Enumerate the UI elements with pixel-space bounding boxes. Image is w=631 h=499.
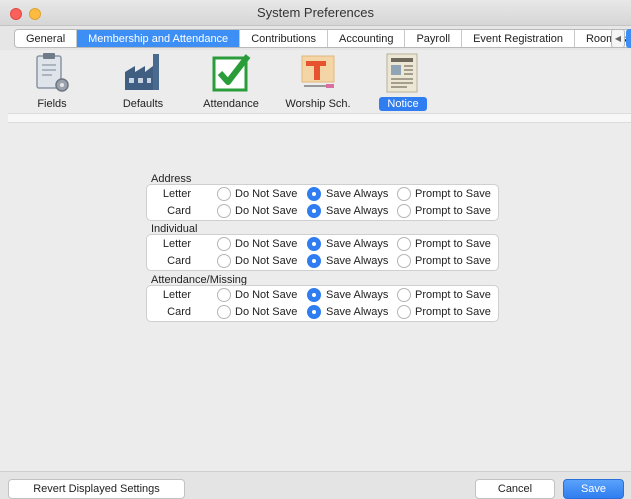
- address-card-do-not-save-radio[interactable]: [217, 204, 231, 218]
- attendance-letter-save-always-radio[interactable]: [307, 288, 321, 302]
- individual-card-save-always-radio[interactable]: [307, 254, 321, 268]
- individual-card-prompt-radio[interactable]: [397, 254, 411, 268]
- toolbar-item-defaults[interactable]: Defaults: [113, 50, 173, 112]
- toolbar-item-worship-sch[interactable]: Worship Sch.: [285, 50, 351, 112]
- row-label: Card: [167, 255, 191, 267]
- window-title: System Preferences: [256, 5, 375, 20]
- clipboard-gear-icon: [36, 53, 69, 92]
- radio-label: Prompt to Save: [415, 188, 491, 200]
- toolbar-label-worship-sch: Worship Sch.: [285, 98, 351, 110]
- newspaper-icon: [386, 53, 418, 93]
- individual-letter-prompt-radio[interactable]: [397, 237, 411, 251]
- address-letter-prompt-radio[interactable]: [397, 187, 411, 201]
- radio-label: Do Not Save: [235, 306, 298, 318]
- checkmark-box-icon: [212, 54, 251, 92]
- radio-label: Prompt to Save: [415, 289, 491, 301]
- radio-label: Save Always: [326, 289, 389, 301]
- toolbar-label-notice: Notice: [375, 97, 431, 111]
- address-card-save-always-radio[interactable]: [307, 204, 321, 218]
- attendance-letter-do-not-save-radio[interactable]: [217, 288, 231, 302]
- row-label: Letter: [162, 289, 191, 301]
- radio-label: Save Always: [326, 238, 389, 250]
- tab-membership-and-attendance[interactable]: Membership and Attendance: [77, 30, 241, 47]
- radio-label: Do Not Save: [235, 205, 298, 217]
- toolbar: Fields Defaults Attendance Worship Sch.: [0, 50, 631, 112]
- address-letter-save-always-radio[interactable]: [307, 187, 321, 201]
- radio-label: Save Always: [326, 188, 389, 200]
- toolbar-label-fields: Fields: [37, 98, 67, 110]
- address-letter-row: Letter Do Not Save Save Always Prompt to…: [147, 186, 498, 204]
- toolbar-item-attendance[interactable]: Attendance: [201, 50, 261, 112]
- tab-strip: General Membership and Attendance Contri…: [14, 29, 631, 48]
- address-letter-do-not-save-radio[interactable]: [217, 187, 231, 201]
- address-card-prompt-radio[interactable]: [397, 204, 411, 218]
- presentation-board-icon: [301, 55, 335, 88]
- radio-label: Prompt to Save: [415, 255, 491, 267]
- attendance-letter-row: Letter Do Not Save Save Always Prompt to…: [147, 287, 498, 305]
- individual-letter-save-always-radio[interactable]: [307, 237, 321, 251]
- radio-label: Prompt to Save: [415, 306, 491, 318]
- tab-general[interactable]: General: [15, 30, 78, 47]
- tab-contributions[interactable]: Contributions: [240, 30, 329, 47]
- radio-label: Do Not Save: [235, 238, 298, 250]
- attendance-card-row: Card Do Not Save Save Always Prompt to S…: [147, 304, 498, 322]
- attendance-card-save-always-radio[interactable]: [307, 305, 321, 319]
- group-box-individual: Letter Do Not Save Save Always Prompt to…: [146, 234, 499, 271]
- factory-icon: [125, 54, 159, 90]
- tab-scroll-right-icon[interactable]: [626, 29, 631, 48]
- save-button[interactable]: Save: [563, 479, 624, 499]
- radio-label: Do Not Save: [235, 188, 298, 200]
- title-bar: System Preferences: [0, 0, 631, 26]
- radio-label: Do Not Save: [235, 289, 298, 301]
- cancel-button[interactable]: Cancel: [475, 479, 555, 499]
- row-label: Card: [167, 306, 191, 318]
- row-label: Letter: [162, 238, 191, 250]
- tab-accounting[interactable]: Accounting: [328, 30, 406, 47]
- tab-bar: General Membership and Attendance Contri…: [0, 26, 631, 50]
- radio-label: Save Always: [326, 306, 389, 318]
- toolbar-item-fields[interactable]: Fields: [26, 50, 78, 112]
- radio-label: Save Always: [326, 255, 389, 267]
- toolbar-label-attendance: Attendance: [203, 98, 259, 110]
- individual-card-row: Card Do Not Save Save Always Prompt to S…: [147, 253, 498, 271]
- row-label: Card: [167, 205, 191, 217]
- radio-label: Do Not Save: [235, 255, 298, 267]
- revert-displayed-settings-button[interactable]: Revert Displayed Settings: [8, 479, 185, 499]
- bottom-bar: Revert Displayed Settings Cancel Save: [0, 471, 631, 499]
- individual-letter-do-not-save-radio[interactable]: [217, 237, 231, 251]
- tab-payroll[interactable]: Payroll: [405, 30, 463, 47]
- individual-card-do-not-save-radio[interactable]: [217, 254, 231, 268]
- radio-label: Prompt to Save: [415, 238, 491, 250]
- attendance-card-do-not-save-radio[interactable]: [217, 305, 231, 319]
- radio-label: Save Always: [326, 205, 389, 217]
- attendance-letter-prompt-radio[interactable]: [397, 288, 411, 302]
- radio-label: Prompt to Save: [415, 205, 491, 217]
- attendance-card-prompt-radio[interactable]: [397, 305, 411, 319]
- tab-event-registration[interactable]: Event Registration: [462, 30, 575, 47]
- toolbar-label-defaults: Defaults: [122, 98, 164, 110]
- toolbar-divider: [8, 113, 631, 123]
- tab-scroll-left-icon[interactable]: ◀: [611, 29, 625, 48]
- group-box-attendance-missing: Letter Do Not Save Save Always Prompt to…: [146, 285, 499, 322]
- address-card-row: Card Do Not Save Save Always Prompt to S…: [147, 203, 498, 221]
- toolbar-item-notice[interactable]: Notice: [375, 50, 431, 112]
- row-label: Letter: [162, 188, 191, 200]
- group-box-address: Letter Do Not Save Save Always Prompt to…: [146, 184, 499, 221]
- individual-letter-row: Letter Do Not Save Save Always Prompt to…: [147, 236, 498, 254]
